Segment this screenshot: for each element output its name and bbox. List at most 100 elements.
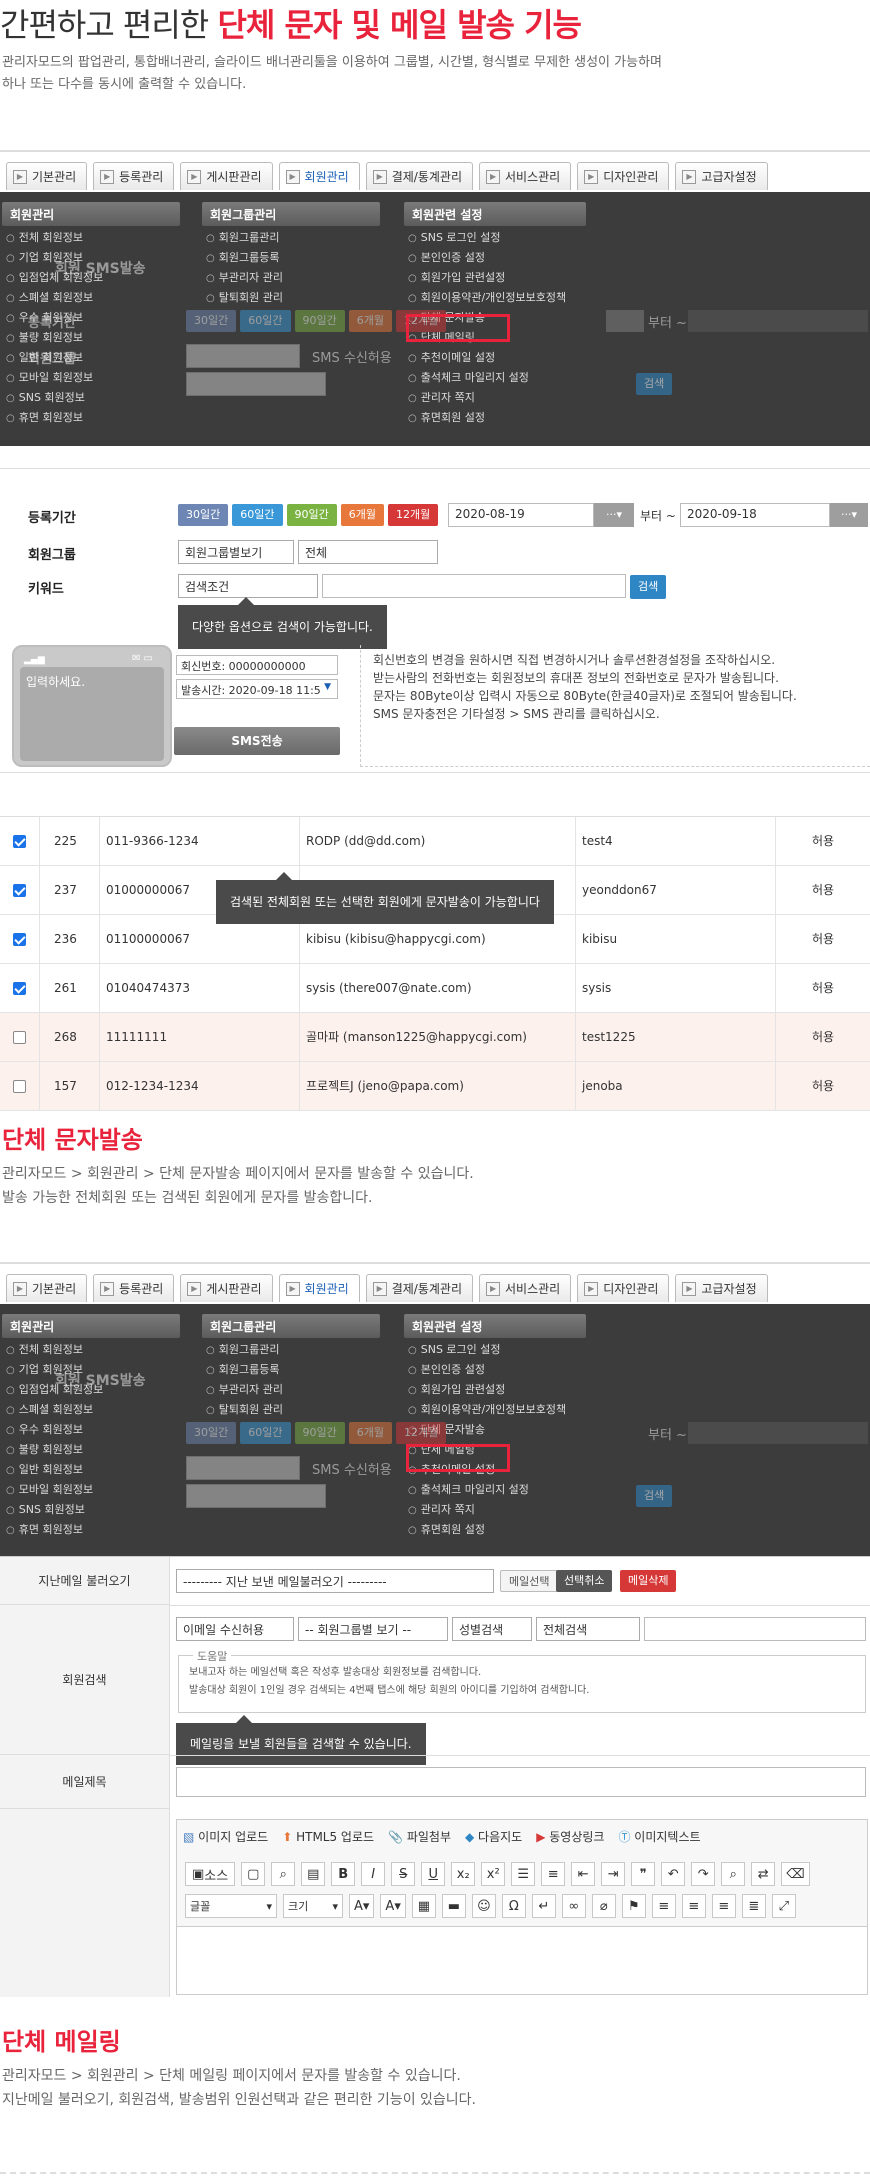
group-select[interactable]: 회원그룹별보기: [178, 540, 294, 564]
group-select-2[interactable]: 전체: [298, 540, 438, 564]
period-button[interactable]: 6개월: [340, 504, 384, 526]
row-checkbox[interactable]: [13, 933, 26, 946]
menu-item[interactable]: 회원이용약관/개인정보보호정책: [408, 1400, 582, 1420]
upload-tool-1[interactable]: ⬆ HTML5 업로드: [282, 1828, 374, 1845]
row-checkbox[interactable]: [13, 1031, 26, 1044]
nav-tab[interactable]: ▶ 회원관리: [278, 1274, 360, 1302]
row-checkbox[interactable]: [13, 884, 26, 897]
mail-select-button[interactable]: 메일선택: [500, 1570, 559, 1592]
nav-tab[interactable]: ▶ 게시판관리: [180, 1274, 273, 1302]
upload-tool-4[interactable]: ▶ 동영상링크: [536, 1828, 604, 1845]
keyword-input[interactable]: [322, 574, 626, 598]
anchor-icon[interactable]: ⚑: [621, 1894, 646, 1918]
menu-item[interactable]: 회원그룹등록: [206, 1360, 376, 1380]
source-button[interactable]: ▣ 소스: [185, 1862, 236, 1886]
menu-item[interactable]: 탈퇴회원 관리: [206, 288, 376, 308]
subscript-icon[interactable]: x₂: [451, 1862, 476, 1886]
quote-icon[interactable]: ❞: [631, 1862, 656, 1886]
menu-item[interactable]: 휴면 회원정보: [6, 1520, 176, 1540]
menu-item[interactable]: SNS 회원정보: [6, 388, 176, 408]
eraser-icon[interactable]: ⌫: [781, 1862, 810, 1886]
menu-item[interactable]: 관리자 쪽지: [408, 388, 582, 408]
menu-item[interactable]: 휴면 회원정보: [6, 408, 176, 428]
editor-content-area[interactable]: [177, 1926, 867, 1994]
period-button[interactable]: 90일간: [294, 1422, 345, 1444]
nav-tab[interactable]: ▶ 디자인관리: [577, 162, 670, 190]
sms-send-button[interactable]: SMS전송: [174, 727, 340, 755]
table-icon[interactable]: ▦: [411, 1894, 436, 1918]
sms-message-input[interactable]: 입력하세요.: [20, 667, 164, 761]
period-button[interactable]: 30일간: [178, 504, 229, 526]
keyword-select[interactable]: 검색조건: [178, 574, 318, 598]
date-from-input[interactable]: 2020-08-19: [448, 503, 594, 527]
menu-item[interactable]: 회원가입 관련설정: [408, 268, 582, 288]
nav-tab[interactable]: ▶ 결제/통계관리: [365, 162, 474, 190]
nav-tab[interactable]: ▶ 기본관리: [6, 1274, 88, 1302]
table-row[interactable]: 268 11111111 골마파 (manson1225@happycgi.com)…: [0, 1013, 870, 1062]
upload-tool-5[interactable]: Ⓣ 이미지텍스트: [618, 1828, 700, 1845]
template-icon[interactable]: ▤: [301, 1862, 326, 1886]
mail-search-input[interactable]: [644, 1617, 866, 1641]
search-button[interactable]: 검색: [630, 575, 667, 599]
nav-tab[interactable]: ▶ 등록관리: [93, 1274, 175, 1302]
row-checkbox[interactable]: [13, 835, 26, 848]
replace-icon[interactable]: ⇄: [751, 1862, 776, 1886]
link-icon[interactable]: ∞: [561, 1894, 586, 1918]
period-button[interactable]: 60일간: [240, 310, 291, 332]
indent-icon[interactable]: ⇥: [601, 1862, 626, 1886]
period-button[interactable]: 60일간: [232, 504, 283, 526]
menu-item[interactable]: 모바일 회원정보: [6, 368, 176, 388]
search-all-select[interactable]: 전체검색: [536, 1617, 640, 1641]
maximize-icon[interactable]: ⤢: [771, 1894, 796, 1918]
unlink-icon[interactable]: ⌀: [591, 1894, 616, 1918]
nav-tab[interactable]: ▶ 고급자설정: [675, 162, 768, 190]
table-row[interactable]: 261 01040474373 sysis (there007@nate.com) s…: [0, 964, 870, 1013]
email-consent-select[interactable]: 이메일 수신허용: [176, 1617, 294, 1641]
menu-item[interactable]: 본인인증 설정: [408, 1360, 582, 1380]
table-row[interactable]: 225 011-9366-1234 RODP (dd@dd.com) test4 허용: [0, 817, 870, 866]
period-button[interactable]: 60일간: [240, 1422, 291, 1444]
table-row[interactable]: 157 012-1234-1234 프로젝트J (jeno@papa.com) jen…: [0, 1062, 870, 1111]
menu-item[interactable]: 휴면회원 설정: [408, 408, 582, 428]
period-button[interactable]: 30일간: [186, 1422, 237, 1444]
period-button[interactable]: 12개월: [388, 504, 439, 526]
upload-tool-2[interactable]: 📎 파일첨부: [388, 1828, 451, 1845]
menu-item[interactable]: 전체 회원정보: [6, 228, 176, 248]
bold-icon[interactable]: B: [331, 1862, 356, 1886]
underline-icon[interactable]: U: [421, 1862, 446, 1886]
strike-icon[interactable]: S: [391, 1862, 416, 1886]
menu-item[interactable]: 출석체크 마일리지 설정: [408, 1480, 582, 1500]
period-button[interactable]: 6개월: [348, 1422, 392, 1444]
align-justify-icon[interactable]: ≣: [741, 1894, 766, 1918]
bullet-list-icon[interactable]: ≡: [541, 1862, 566, 1886]
period-button[interactable]: 12개월: [396, 1422, 447, 1444]
prev-mail-select[interactable]: --------- 지난 보낸 메일불러오기 ---------: [176, 1569, 494, 1593]
menu-item[interactable]: 불량 회원정보: [6, 328, 176, 348]
italic-icon[interactable]: I: [361, 1862, 386, 1886]
menu-item[interactable]: 일반 회원정보: [6, 1460, 176, 1480]
cancel-selection-button[interactable]: 선택취소: [556, 1570, 613, 1592]
date-to-input[interactable]: 2020-09-18: [680, 503, 830, 527]
menu-item[interactable]: 불량 회원정보: [6, 1440, 176, 1460]
menu-item[interactable]: 회원이용약관/개인정보보호정책: [408, 288, 582, 308]
text-color-icon[interactable]: A▾: [349, 1894, 375, 1918]
ordered-list-icon[interactable]: ☰: [511, 1862, 536, 1886]
bg-color-icon[interactable]: A▾: [380, 1894, 406, 1918]
menu-item[interactable]: 관리자 쪽지: [408, 1500, 582, 1520]
calendar-icon[interactable]: ···▾: [830, 503, 868, 527]
menu-item[interactable]: 부관리자 관리: [206, 268, 376, 288]
menu-item[interactable]: 본인인증 설정: [408, 248, 582, 268]
pagebreak-icon[interactable]: ↵: [531, 1894, 556, 1918]
new-page-icon[interactable]: ▢: [241, 1862, 266, 1886]
upload-tool-0[interactable]: ▧ 이미지 업로드: [183, 1828, 268, 1845]
menu-item[interactable]: 회원그룹관리: [206, 1340, 376, 1360]
member-group-select[interactable]: -- 회원그룹별 보기 --: [298, 1617, 448, 1641]
menu-item[interactable]: 회원가입 관련설정: [408, 1380, 582, 1400]
outdent-icon[interactable]: ⇤: [571, 1862, 596, 1886]
period-button[interactable]: 90일간: [294, 310, 345, 332]
undo-icon[interactable]: ↶: [661, 1862, 686, 1886]
return-number-input[interactable]: 회신번호: 00000000000: [176, 655, 338, 675]
menu-item[interactable]: SNS 회원정보: [6, 1500, 176, 1520]
nav-tab[interactable]: ▶ 결제/통계관리: [365, 1274, 474, 1302]
send-time-select[interactable]: 발송시간: 2020-09-18 11:5 ▼: [176, 679, 338, 699]
